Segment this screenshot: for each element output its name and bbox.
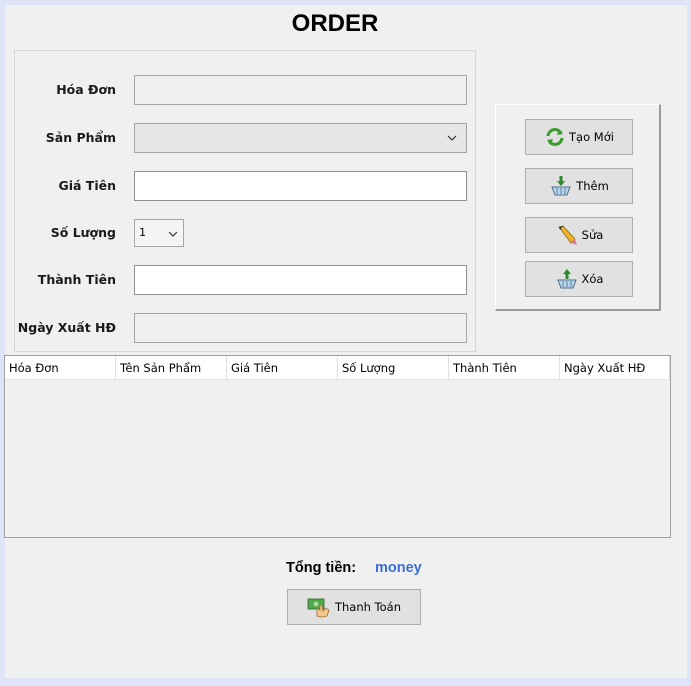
new-button[interactable]: Tạo Mới xyxy=(525,119,633,155)
product-label: Sản Phẩm xyxy=(45,130,116,145)
order-table[interactable]: Hóa Đơn Tên Sản Phẩm Giá Tiên Số Lượng T… xyxy=(4,355,671,538)
pencil-icon xyxy=(557,225,577,245)
price-label: Giá Tiên xyxy=(58,178,116,193)
quantity-label: Số Lượng xyxy=(50,225,116,240)
total-value: money xyxy=(375,560,422,576)
add-button-label: Thêm xyxy=(576,179,609,193)
column-header-price[interactable]: Giá Tiên xyxy=(227,356,338,380)
subtotal-field[interactable] xyxy=(134,265,467,295)
quantity-dropdown[interactable]: 1 xyxy=(134,219,184,247)
issue-date-field[interactable] xyxy=(134,313,467,343)
cash-hand-icon xyxy=(307,598,330,618)
new-button-label: Tạo Mới xyxy=(569,130,614,144)
column-header-issue-date[interactable]: Ngày Xuất HĐ xyxy=(560,356,670,380)
edit-button[interactable]: Sửa xyxy=(525,217,633,253)
price-field[interactable] xyxy=(134,171,467,201)
delete-button-label: Xóa xyxy=(581,272,604,286)
column-header-invoice[interactable]: Hóa Đơn xyxy=(5,356,116,380)
column-header-subtotal[interactable]: Thành Tiên xyxy=(449,356,560,380)
basket-add-icon xyxy=(551,176,571,196)
pay-button[interactable]: Thanh Toán xyxy=(287,589,421,625)
product-combobox[interactable] xyxy=(134,123,467,153)
page-title: ORDER xyxy=(291,10,379,37)
pay-button-label: Thanh Toán xyxy=(334,600,402,614)
invoice-label: Hóa Đơn xyxy=(56,82,116,97)
chevron-down-icon xyxy=(168,231,178,237)
table-header: Hóa Đơn Tên Sản Phẩm Giá Tiên Số Lượng T… xyxy=(5,356,670,380)
invoice-field[interactable] xyxy=(134,75,467,105)
column-header-quantity[interactable]: Số Lượng xyxy=(338,356,449,380)
add-button[interactable]: Thêm xyxy=(525,168,633,204)
basket-remove-icon xyxy=(556,269,577,289)
delete-button[interactable]: Xóa xyxy=(525,261,633,297)
issue-date-label: Ngày Xuất HĐ xyxy=(17,320,116,335)
chevron-down-icon xyxy=(447,135,457,141)
total-label: Tổng tiền: xyxy=(286,560,357,576)
column-header-product-name[interactable]: Tên Sản Phẩm xyxy=(116,356,227,380)
quantity-value: 1 xyxy=(139,226,146,239)
subtotal-label: Thành Tiên xyxy=(37,272,116,287)
edit-button-label: Sửa xyxy=(581,228,604,242)
refresh-icon xyxy=(546,128,564,146)
